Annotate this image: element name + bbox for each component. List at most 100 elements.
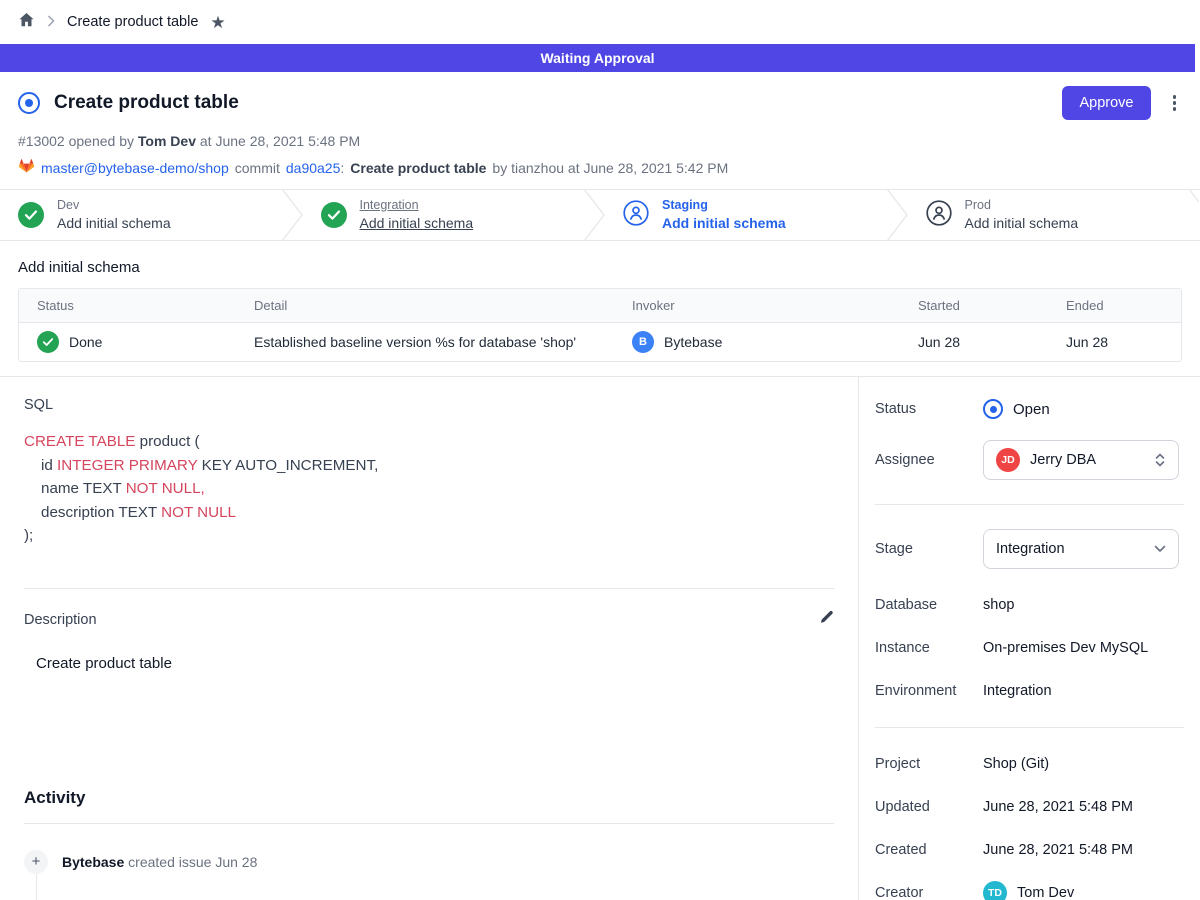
task-started: Jun 28 bbox=[900, 323, 1048, 362]
divider bbox=[875, 504, 1184, 505]
activity-action: created issue Jun 28 bbox=[128, 854, 257, 870]
stage-pending-person-icon bbox=[623, 200, 649, 231]
issue-detail-panel: SQL CREATE TABLE product ( id INTEGER PR… bbox=[0, 377, 858, 900]
vcs-branch-link[interactable]: master@bytebase-demo/shop bbox=[41, 160, 229, 176]
creator-value: Tom Dev bbox=[1017, 885, 1074, 900]
stage-separator-chevron bbox=[281, 189, 303, 241]
instance-value: On-premises Dev MySQL bbox=[983, 640, 1148, 656]
updated-label: Updated bbox=[875, 799, 983, 815]
stage-env-label: Integration bbox=[360, 197, 474, 214]
issue-id-opened: #13002 opened by bbox=[18, 133, 134, 149]
task-section-title: Add initial schema bbox=[18, 259, 1182, 276]
divider bbox=[24, 823, 834, 824]
vcs-commit-message: Create product table bbox=[350, 160, 486, 176]
edit-pencil-icon[interactable] bbox=[819, 610, 834, 630]
database-row: Database shop bbox=[875, 593, 1184, 617]
stage-task-label: Add initial schema bbox=[57, 214, 171, 233]
task-status: Done bbox=[69, 334, 102, 350]
kebab-menu-icon[interactable] bbox=[1167, 91, 1183, 115]
sql-code-block: CREATE TABLE product ( id INTEGER PRIMAR… bbox=[24, 430, 834, 548]
status-label: Status bbox=[875, 401, 983, 417]
stage-label: Stage bbox=[875, 541, 983, 557]
stage-task-label: Add initial schema bbox=[965, 214, 1079, 233]
page-title: Create product table bbox=[54, 92, 239, 114]
breadcrumb: Create product table ★ bbox=[0, 0, 1200, 44]
assignee-avatar: JD bbox=[996, 448, 1020, 472]
stage-done-check-icon bbox=[321, 202, 347, 228]
vcs-commit-word: commit bbox=[235, 160, 280, 176]
environment-label: Environment bbox=[875, 683, 983, 699]
stage-value: Integration bbox=[996, 541, 1144, 557]
home-icon[interactable] bbox=[18, 12, 35, 33]
favorite-star-icon[interactable]: ★ bbox=[210, 14, 225, 31]
instance-row: Instance On-premises Dev MySQL bbox=[875, 636, 1184, 660]
assignee-label: Assignee bbox=[875, 452, 983, 468]
activity-heading: Activity bbox=[24, 788, 834, 808]
updated-row: Updated June 28, 2021 5:48 PM bbox=[875, 795, 1184, 819]
stage-integration[interactable]: Integration Add initial schema bbox=[303, 190, 584, 240]
approve-button[interactable]: Approve bbox=[1062, 86, 1150, 120]
stage-separator-chevron bbox=[583, 189, 605, 241]
stage-prod[interactable]: Prod Add initial schema bbox=[908, 190, 1189, 240]
table-row: Done Established baseline version %s for… bbox=[19, 323, 1181, 362]
database-label: Database bbox=[875, 597, 983, 613]
project-value: Shop (Git) bbox=[983, 756, 1049, 772]
activity-timeline-connector bbox=[36, 874, 37, 900]
stage-select[interactable]: Integration bbox=[983, 529, 1179, 569]
creator-label: Creator bbox=[875, 885, 983, 900]
project-label: Project bbox=[875, 756, 983, 772]
status-value: Open bbox=[1013, 401, 1050, 418]
stage-env-label: Dev bbox=[57, 197, 171, 214]
vcs-commit-line: master@bytebase-demo/shop commit da90a25… bbox=[18, 158, 1182, 177]
environment-row: Environment Integration bbox=[875, 679, 1184, 703]
col-header-status: Status bbox=[19, 289, 236, 323]
task-table-header-row: Status Detail Invoker Started Ended bbox=[19, 289, 1181, 323]
vcs-commit-hash-link[interactable]: da90a25 bbox=[286, 160, 341, 176]
assignee-select[interactable]: JD Jerry DBA bbox=[983, 440, 1179, 480]
vcs-separator: : bbox=[340, 160, 344, 176]
created-row: Created June 28, 2021 5:48 PM bbox=[875, 838, 1184, 862]
creator-row: Creator TD Tom Dev bbox=[875, 881, 1184, 900]
database-value: shop bbox=[983, 597, 1014, 613]
status-row: Status Open bbox=[875, 397, 1184, 421]
col-header-started: Started bbox=[900, 289, 1048, 323]
issue-author: Tom Dev bbox=[138, 133, 196, 149]
stage-task-label: Add initial schema bbox=[360, 214, 474, 233]
chevron-down-icon bbox=[1154, 545, 1166, 553]
issue-sidebar: Status Open Assignee JD Jerry DBA Stage … bbox=[858, 377, 1200, 900]
divider bbox=[24, 588, 834, 589]
task-done-check-icon bbox=[37, 331, 59, 353]
task-invoker: Bytebase bbox=[664, 334, 722, 350]
creator-avatar: TD bbox=[983, 881, 1007, 900]
task-ended: Jun 28 bbox=[1048, 323, 1181, 362]
breadcrumb-current: Create product table bbox=[67, 14, 198, 30]
task-section: Add initial schema Status Detail Invoker… bbox=[0, 241, 1200, 376]
sql-label: SQL bbox=[24, 397, 834, 413]
activity-item: + Bytebase created issue Jun 28 bbox=[24, 850, 834, 874]
col-header-ended: Ended bbox=[1048, 289, 1181, 323]
pipeline-stage-bar: Dev Add initial schema Integration Add i… bbox=[0, 189, 1200, 241]
updown-chevron-icon bbox=[1154, 452, 1166, 468]
description-label: Description bbox=[24, 612, 97, 628]
stage-staging[interactable]: Staging Add initial schema bbox=[605, 190, 886, 240]
updated-value: June 28, 2021 5:48 PM bbox=[983, 799, 1133, 815]
description-text: Create product table bbox=[24, 655, 834, 672]
environment-value: Integration bbox=[983, 683, 1052, 699]
stage-separator-chevron bbox=[886, 189, 908, 241]
stage-env-label: Staging bbox=[662, 197, 786, 214]
project-row: Project Shop (Git) bbox=[875, 752, 1184, 776]
plus-icon: + bbox=[24, 850, 48, 874]
activity-actor: Bytebase bbox=[62, 854, 124, 870]
stage-pending-person-icon bbox=[926, 200, 952, 231]
invoker-avatar: B bbox=[632, 331, 654, 353]
created-value: June 28, 2021 5:48 PM bbox=[983, 842, 1133, 858]
stage-dev[interactable]: Dev Add initial schema bbox=[0, 190, 281, 240]
instance-label: Instance bbox=[875, 640, 983, 656]
gitlab-icon bbox=[18, 158, 35, 177]
col-header-detail: Detail bbox=[236, 289, 614, 323]
status-open-icon bbox=[983, 399, 1003, 419]
divider bbox=[875, 727, 1184, 728]
stage-env-label: Prod bbox=[965, 197, 1079, 214]
issue-header: Create product table Approve #13002 open… bbox=[0, 72, 1200, 189]
vcs-commit-author-time: by tianzhou at June 28, 2021 5:42 PM bbox=[492, 160, 728, 176]
